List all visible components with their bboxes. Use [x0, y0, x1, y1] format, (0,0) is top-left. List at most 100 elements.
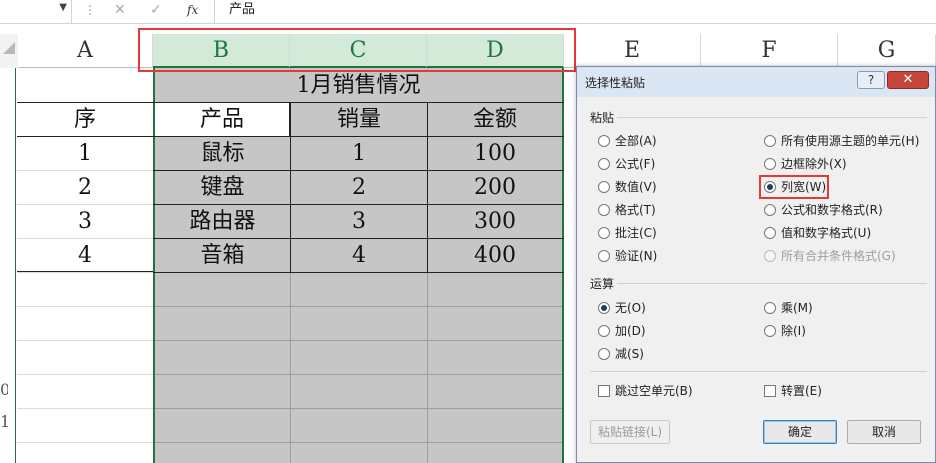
option-paste-values[interactable]: 数值(V) [598, 178, 657, 196]
table-cell[interactable]: 2 [17, 171, 153, 204]
radio-icon[interactable] [764, 227, 776, 239]
name-box-dropdown-icon[interactable]: ▼ [59, 2, 67, 13]
table-cell[interactable]: 3 [17, 205, 153, 238]
column-width-highlight-box [759, 175, 829, 199]
table-cell[interactable]: 4 [291, 239, 427, 272]
name-box[interactable]: ▼ [0, 0, 72, 24]
table-cell[interactable]: 键盘 [155, 171, 290, 204]
row-number-partial: 0 [0, 380, 8, 399]
transpose-checkbox[interactable]: 转置(E) [764, 382, 822, 400]
checkbox-icon[interactable] [598, 385, 610, 397]
paste-special-dialog: 选择性粘贴 ? ✕ 粘贴 全部(A) 公式(F) 数值(V) 格式(T) 批注(… [576, 66, 936, 463]
formula-bar: ▼ ⋮ ✕ ✓ fx 产品 [0, 0, 936, 24]
option-paste-comments[interactable]: 批注(C) [598, 224, 657, 242]
option-paste-formats[interactable]: 格式(T) [598, 201, 656, 219]
excel-window: ▼ ⋮ ✕ ✓ fx 产品 A B C D E F G 0 1 1月销售情况 序… [0, 0, 936, 463]
gridline [17, 272, 153, 273]
gridline [17, 306, 153, 307]
option-paste-all[interactable]: 全部(A) [598, 132, 657, 150]
formula-bar-grip-icon: ⋮ [84, 3, 96, 17]
ok-button[interactable]: 确定 [763, 420, 837, 444]
help-button[interactable]: ? [857, 71, 885, 89]
enter-icon[interactable]: ✓ [150, 2, 162, 18]
radio-icon[interactable] [598, 158, 610, 170]
option-operation-divide[interactable]: 除(I) [764, 322, 806, 340]
gridline [17, 442, 153, 443]
column-header-a[interactable]: A [18, 34, 153, 68]
table-cell[interactable]: 3 [291, 205, 427, 238]
option-operation-none[interactable]: 无(O) [598, 299, 646, 317]
option-operation-add[interactable]: 加(D) [598, 322, 646, 340]
radio-icon[interactable] [598, 325, 610, 337]
option-paste-validation[interactable]: 验证(N) [598, 247, 657, 265]
table-cell[interactable]: 音箱 [155, 239, 290, 272]
gridline [155, 306, 562, 307]
gridline [155, 442, 562, 443]
radio-icon [764, 250, 776, 262]
radio-icon[interactable] [598, 181, 610, 193]
formula-input[interactable]: 产品 [214, 0, 936, 24]
option-all-merging-conditional-formats: 所有合并条件格式(G) [764, 247, 896, 265]
gridline [17, 408, 153, 409]
sheet-title-cell[interactable]: 1月销售情况 [155, 69, 562, 102]
skip-blanks-checkbox[interactable]: 跳过空单元(B) [598, 382, 693, 400]
table-cell[interactable]: 2 [291, 171, 427, 204]
gridline [17, 374, 153, 375]
table-cell[interactable]: 100 [428, 137, 562, 170]
option-operation-multiply[interactable]: 乘(M) [764, 299, 813, 317]
radio-icon[interactable] [598, 250, 610, 262]
radio-icon[interactable] [764, 204, 776, 216]
radio-icon[interactable] [764, 302, 776, 314]
paste-link-button[interactable]: 粘贴链接(L) [590, 420, 670, 444]
radio-icon[interactable] [764, 325, 776, 337]
column-header-f[interactable]: F [701, 34, 838, 68]
option-paste-formulas[interactable]: 公式(F) [598, 155, 655, 173]
dialog-title-bar[interactable]: 选择性粘贴 ? ✕ [577, 67, 935, 97]
row-number-partial: 1 [0, 412, 8, 431]
table-border [153, 272, 564, 273]
dialog-title: 选择性粘贴 [585, 76, 646, 90]
column-header-e[interactable]: E [564, 34, 701, 68]
table-cell[interactable]: 4 [17, 239, 153, 272]
table-cell[interactable]: 鼠标 [155, 137, 290, 170]
group-divider [590, 371, 927, 372]
radio-icon[interactable] [598, 204, 610, 216]
radio-icon[interactable] [764, 158, 776, 170]
radio-icon[interactable] [598, 227, 610, 239]
cancel-button[interactable]: 取消 [847, 420, 921, 444]
select-all-triangle-icon [3, 42, 15, 54]
header-cell[interactable]: 销量 [291, 103, 427, 136]
gridline [155, 374, 562, 375]
table-cell[interactable]: 200 [428, 171, 562, 204]
option-values-and-number-formats[interactable]: 值和数字格式(U) [764, 224, 871, 242]
radio-selected-icon[interactable] [598, 302, 610, 314]
option-all-using-source-theme[interactable]: 所有使用源主题的单元(H) [764, 132, 919, 150]
table-cell[interactable]: 400 [428, 239, 562, 272]
radio-icon[interactable] [598, 348, 610, 360]
checkbox-icon[interactable] [764, 385, 776, 397]
column-highlight-box [138, 28, 576, 72]
option-all-except-borders[interactable]: 边框除外(X) [764, 155, 847, 173]
row-header-strip[interactable] [0, 68, 16, 463]
option-operation-subtract[interactable]: 减(S) [598, 345, 644, 363]
table-cell[interactable]: 1 [291, 137, 427, 170]
close-button[interactable]: ✕ [887, 71, 929, 89]
cancel-icon[interactable]: ✕ [114, 2, 126, 18]
option-formulas-and-number-formats[interactable]: 公式和数字格式(R) [764, 201, 883, 219]
gridline [155, 408, 562, 409]
header-cell[interactable]: 金额 [428, 103, 562, 136]
operation-group-label: 运算 [590, 277, 615, 291]
header-cell-active[interactable]: 产品 [155, 103, 290, 136]
radio-icon[interactable] [598, 135, 610, 147]
table-cell[interactable]: 1 [17, 137, 153, 170]
gridline [155, 340, 562, 341]
column-header-g[interactable]: G [838, 34, 936, 68]
radio-icon[interactable] [764, 135, 776, 147]
paste-group-label: 粘贴 [590, 111, 615, 125]
insert-function-icon[interactable]: fx [187, 3, 198, 17]
header-cell[interactable]: 序 [17, 103, 153, 136]
table-cell[interactable]: 300 [428, 205, 562, 238]
group-divider [617, 117, 927, 118]
table-border [153, 102, 564, 103]
table-cell[interactable]: 路由器 [155, 205, 290, 238]
